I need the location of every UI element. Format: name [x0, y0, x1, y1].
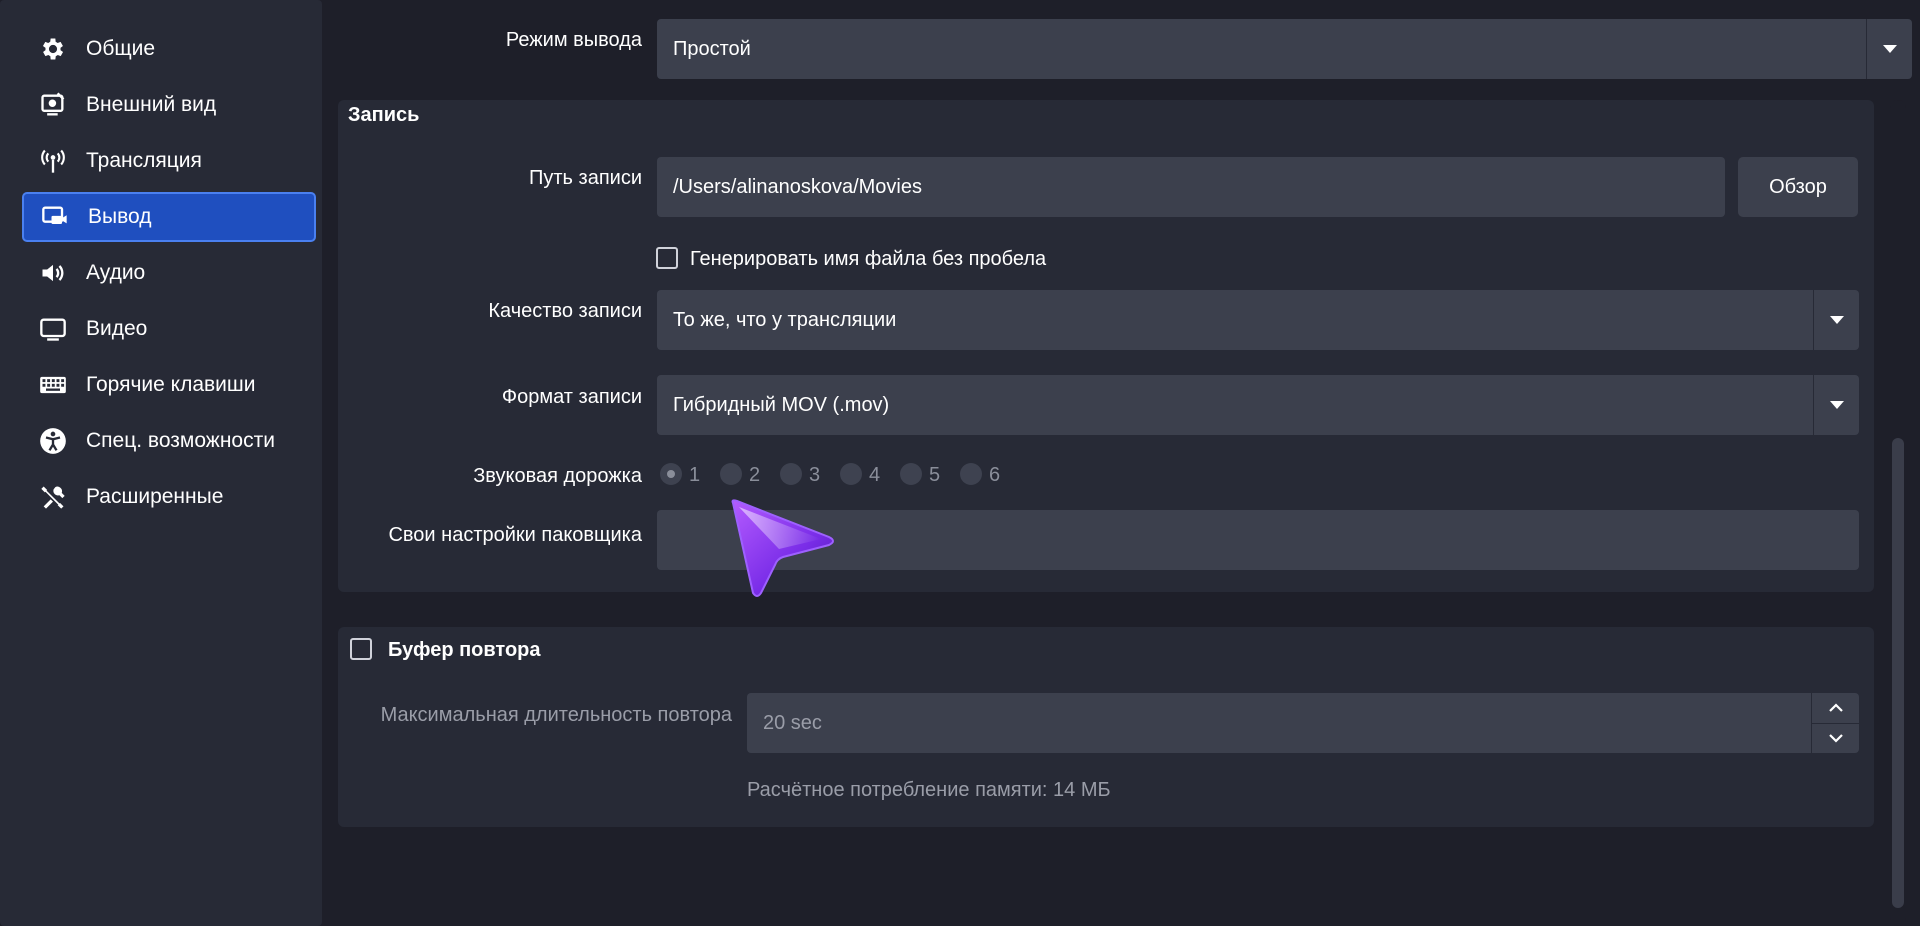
- audio-track-radio-2[interactable]: [720, 463, 742, 485]
- sidebar-item-label: Спец. возможности: [86, 429, 275, 452]
- audio-track-label-6: 6: [989, 464, 1001, 486]
- sidebar-item-hotkeys[interactable]: Горячие клавиши: [22, 360, 316, 410]
- sidebar-item-label: Внешний вид: [86, 93, 217, 116]
- no-space-filename-checkbox[interactable]: [656, 247, 678, 269]
- memory-estimate-text: Расчётное потребление памяти: 14 МБ: [747, 779, 1111, 801]
- browse-button[interactable]: Обзор: [1738, 157, 1858, 217]
- sidebar-item-appearance[interactable]: Внешний вид: [22, 80, 316, 130]
- max-duration-label: Максимальная длительность повтора: [380, 704, 732, 726]
- muxer-settings-input[interactable]: [657, 510, 1859, 570]
- audio-track-label-5: 5: [929, 464, 941, 486]
- recording-format-label: Формат записи: [501, 386, 642, 408]
- sidebar-item-video[interactable]: Видео: [22, 304, 316, 354]
- appearance-icon: [38, 90, 68, 120]
- replay-buffer-checkbox[interactable]: [350, 638, 372, 660]
- no-space-filename-label[interactable]: Генерировать имя файла без пробела: [690, 248, 1046, 271]
- scrollbar-thumb[interactable]: [1892, 438, 1904, 908]
- antenna-icon: [38, 146, 68, 176]
- recording-quality-label: Качество записи: [488, 300, 642, 322]
- chevron-down-icon[interactable]: [1813, 375, 1859, 435]
- chevron-down-icon[interactable]: [1813, 290, 1859, 350]
- keyboard-icon: [38, 370, 68, 400]
- settings-sidebar: Общие Внешний вид Трансляция Вывод Аудио: [0, 0, 322, 926]
- spin-buttons: [1811, 693, 1859, 753]
- sidebar-item-stream[interactable]: Трансляция: [22, 136, 316, 186]
- sidebar-item-label: Аудио: [86, 261, 146, 284]
- audio-track-radio-3[interactable]: [780, 463, 802, 485]
- sidebar-item-label: Трансляция: [86, 149, 202, 172]
- muxer-settings-label: Свои настройки паковщика: [388, 524, 642, 546]
- audio-track-label-1: 1: [689, 464, 701, 486]
- recording-format-value: Гибридный MOV (.mov): [673, 393, 890, 416]
- audio-track-label-4: 4: [869, 464, 881, 486]
- audio-track-radio-4[interactable]: [840, 463, 862, 485]
- speaker-icon: [38, 258, 68, 288]
- sidebar-item-general[interactable]: Общие: [22, 24, 316, 74]
- recording-quality-value: То же, что у трансляции: [673, 308, 897, 331]
- chevron-up-icon[interactable]: [1812, 693, 1859, 723]
- sidebar-item-output[interactable]: Вывод: [22, 192, 316, 242]
- sidebar-item-label: Общие: [86, 37, 156, 60]
- audio-track-radio-6[interactable]: [960, 463, 982, 485]
- output-mode-label: Режим вывода: [505, 29, 642, 51]
- audio-track-label-3: 3: [809, 464, 821, 486]
- recording-path-label: Путь записи: [529, 167, 642, 189]
- sidebar-item-advanced[interactable]: Расширенные: [22, 472, 316, 522]
- output-icon: [40, 202, 70, 232]
- replay-buffer-title[interactable]: Буфер повтора: [388, 639, 541, 662]
- recording-group-title: Запись: [348, 104, 420, 126]
- recording-format-select[interactable]: Гибридный MOV (.mov): [657, 375, 1859, 435]
- sidebar-item-audio[interactable]: Аудио: [22, 248, 316, 298]
- sidebar-item-label: Горячие клавиши: [86, 373, 256, 396]
- sidebar-item-label: Вывод: [88, 205, 152, 228]
- audio-track-label: Звуковая дорожка: [473, 465, 642, 487]
- output-mode-value: Простой: [673, 37, 751, 60]
- sidebar-item-label: Видео: [86, 317, 148, 340]
- chevron-down-icon[interactable]: [1812, 722, 1859, 754]
- sidebar-item-label: Расширенные: [86, 485, 224, 508]
- audio-track-radio-1[interactable]: [660, 463, 682, 485]
- monitor-icon: [38, 314, 68, 344]
- audio-track-radio-5[interactable]: [900, 463, 922, 485]
- tools-icon: [38, 482, 68, 512]
- recording-path-value: /Users/alinanoskova/Movies: [673, 175, 922, 198]
- recording-path-input[interactable]: /Users/alinanoskova/Movies: [657, 157, 1725, 217]
- gear-icon: [38, 34, 68, 64]
- chevron-down-icon[interactable]: [1866, 19, 1912, 79]
- recording-quality-select[interactable]: То же, что у трансляции: [657, 290, 1859, 350]
- max-duration-value: 20 sec: [763, 711, 822, 734]
- audio-track-label-2: 2: [749, 464, 761, 486]
- max-duration-spinbox[interactable]: 20 sec: [747, 693, 1859, 753]
- accessibility-icon: [38, 426, 68, 456]
- sidebar-item-accessibility[interactable]: Спец. возможности: [22, 416, 316, 466]
- output-mode-select[interactable]: Простой: [657, 19, 1912, 79]
